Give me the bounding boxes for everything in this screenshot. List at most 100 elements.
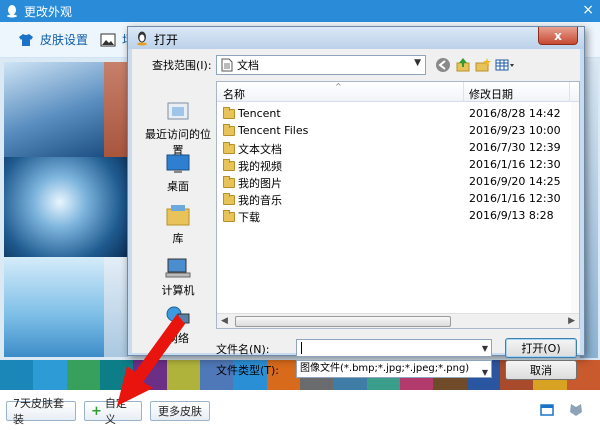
file-date: 2016/9/20 14:25 [469, 175, 561, 188]
sort-up-icon: ^ [335, 82, 342, 91]
file-date: 2016/1/16 12:30 [469, 192, 561, 205]
file-name: Tencent Files [238, 124, 309, 137]
skin-thumbnail[interactable] [104, 62, 128, 157]
file-date: 2016/9/23 10:00 [469, 124, 561, 137]
color-swatch[interactable] [66, 360, 100, 390]
folder-icon [223, 176, 235, 188]
filetype-value: 图像文件(*.bmp;*.jpg;*.jpeg;*.png) [300, 363, 470, 374]
plus-icon: + [91, 403, 102, 419]
look-in-select[interactable]: 文档 ▼ [216, 55, 426, 75]
more-skins-button[interactable]: 更多皮肤 [150, 401, 210, 421]
view-menu-button[interactable] [494, 56, 516, 74]
custom-button[interactable]: + 自定义 [84, 397, 142, 426]
open-file-dialog: 打开 x 查找范围(I): 文档 ▼ 最近访问的位置 桌面 库 计算机 网络 名… [127, 26, 585, 380]
chevron-down-icon: ▼ [481, 368, 488, 377]
custom-button-label: 自定义 [104, 397, 127, 426]
filename-label: 文件名(N): [216, 343, 270, 356]
folder-icon [223, 142, 235, 154]
place-computer[interactable]: 计算机 [140, 257, 216, 298]
new-folder-icon [475, 58, 491, 72]
color-swatch[interactable] [133, 360, 167, 390]
scrollbar-thumb[interactable] [235, 316, 451, 327]
look-in-value: 文档 [237, 59, 259, 72]
horizontal-scrollbar[interactable]: ◀ ▶ [217, 313, 579, 328]
color-swatch[interactable] [99, 360, 134, 390]
dialog-body: 查找范围(I): 文档 ▼ 最近访问的位置 桌面 库 计算机 网络 名称 ^ 修… [132, 49, 580, 380]
place-libraries[interactable]: 库 [140, 203, 216, 246]
filename-input[interactable]: ▼ [296, 339, 492, 357]
column-separator[interactable] [569, 82, 570, 102]
recent-places-icon [167, 102, 189, 120]
desktop-icon [166, 154, 190, 173]
file-list-header: 名称 ^ 修改日期 [217, 82, 579, 102]
column-header-name[interactable]: 名称 [223, 86, 245, 102]
chevron-down-icon: ▼ [414, 58, 421, 68]
computer-icon [165, 258, 191, 278]
folder-icon [223, 193, 235, 205]
file-name: Tencent [238, 107, 281, 120]
seven-day-skins-button[interactable]: 7天皮肤套装 [6, 397, 76, 426]
color-swatch[interactable] [0, 360, 34, 390]
place-desktop[interactable]: 桌面 [140, 153, 216, 194]
place-label: 桌面 [167, 180, 189, 193]
folder-icon [223, 210, 235, 222]
view-grid-icon [495, 59, 514, 71]
column-separator[interactable] [463, 82, 464, 102]
chevron-down-icon[interactable]: ▼ [482, 344, 488, 353]
tab-skin-settings[interactable]: 皮肤设置 [18, 31, 88, 48]
outer-close-button[interactable]: × [582, 2, 594, 18]
outer-bottom-bar: 7天皮肤套装 + 自定义 更多皮肤 [0, 390, 600, 430]
file-row[interactable]: 我的音乐 2016/1/16 12:30 [217, 190, 579, 207]
look-in-label: 查找范围(I): [152, 59, 212, 72]
places-bar: 最近访问的位置 桌面 库 计算机 网络 [140, 81, 216, 345]
file-date: 2016/1/16 12:30 [469, 158, 561, 171]
place-recent[interactable]: 最近访问的位置 [140, 99, 216, 158]
open-button[interactable]: 打开(O) [505, 338, 577, 358]
window-mode-icon[interactable] [540, 404, 554, 416]
folder-icon [223, 106, 235, 119]
folder-icon [223, 159, 235, 171]
outer-window-title: 更改外观 [24, 4, 73, 19]
filetype-select[interactable]: 图像文件(*.bmp;*.jpg;*.jpeg;*.png) ▼ [296, 360, 492, 378]
vertical-scrollbar[interactable] [571, 102, 579, 313]
skin-thumbnail[interactable] [4, 157, 128, 257]
network-icon [166, 306, 190, 324]
file-date: 2016/9/13 8:28 [469, 209, 554, 222]
up-folder-button[interactable] [454, 56, 472, 74]
place-label: 库 [172, 232, 184, 245]
place-network[interactable]: 网络 [140, 305, 216, 346]
file-row[interactable]: 文本文档 2016/7/30 12:39 [217, 139, 579, 156]
wardrobe-icon[interactable] [568, 402, 584, 418]
file-name: 文本文档 [238, 143, 282, 156]
color-swatch[interactable] [33, 360, 67, 390]
file-name: 我的图片 [238, 177, 282, 190]
back-arrow-icon [436, 58, 450, 72]
back-button[interactable] [434, 56, 452, 74]
scroll-right-icon[interactable]: ▶ [568, 316, 575, 326]
qq-logo-icon [137, 31, 147, 46]
tshirt-icon [19, 33, 33, 46]
filetype-label: 文件类型(T): [216, 364, 280, 377]
scroll-left-icon[interactable]: ◀ [221, 316, 228, 326]
file-list[interactable]: 名称 ^ 修改日期 Tencent 2016/8/28 14:42 Tencen… [216, 81, 580, 329]
document-icon [221, 58, 233, 72]
dialog-close-button[interactable]: x [538, 27, 578, 45]
cancel-button[interactable]: 取消 [505, 360, 577, 380]
file-row[interactable]: 下载 2016/9/13 8:28 [217, 207, 579, 224]
dialog-title: 打开 [154, 33, 179, 47]
file-row[interactable]: Tencent Files 2016/9/23 10:00 [217, 122, 579, 139]
new-folder-button[interactable] [474, 56, 492, 74]
outer-titlebar: 更改外观 × [0, 0, 600, 22]
skin-thumbnail[interactable] [4, 257, 104, 357]
column-header-date[interactable]: 修改日期 [469, 86, 513, 102]
color-swatch[interactable] [166, 360, 200, 390]
skin-thumbnail[interactable] [4, 62, 104, 157]
skin-thumbnail[interactable] [104, 257, 128, 357]
file-row[interactable]: 我的图片 2016/9/20 14:25 [217, 173, 579, 190]
tab-skin-settings-label: 皮肤设置 [40, 33, 89, 47]
file-date: 2016/8/28 14:42 [469, 107, 561, 120]
libraries-icon [166, 205, 190, 226]
file-row[interactable]: Tencent 2016/8/28 14:42 [217, 105, 579, 122]
file-date: 2016/7/30 12:39 [469, 141, 561, 154]
file-row[interactable]: 我的视频 2016/1/16 12:30 [217, 156, 579, 173]
